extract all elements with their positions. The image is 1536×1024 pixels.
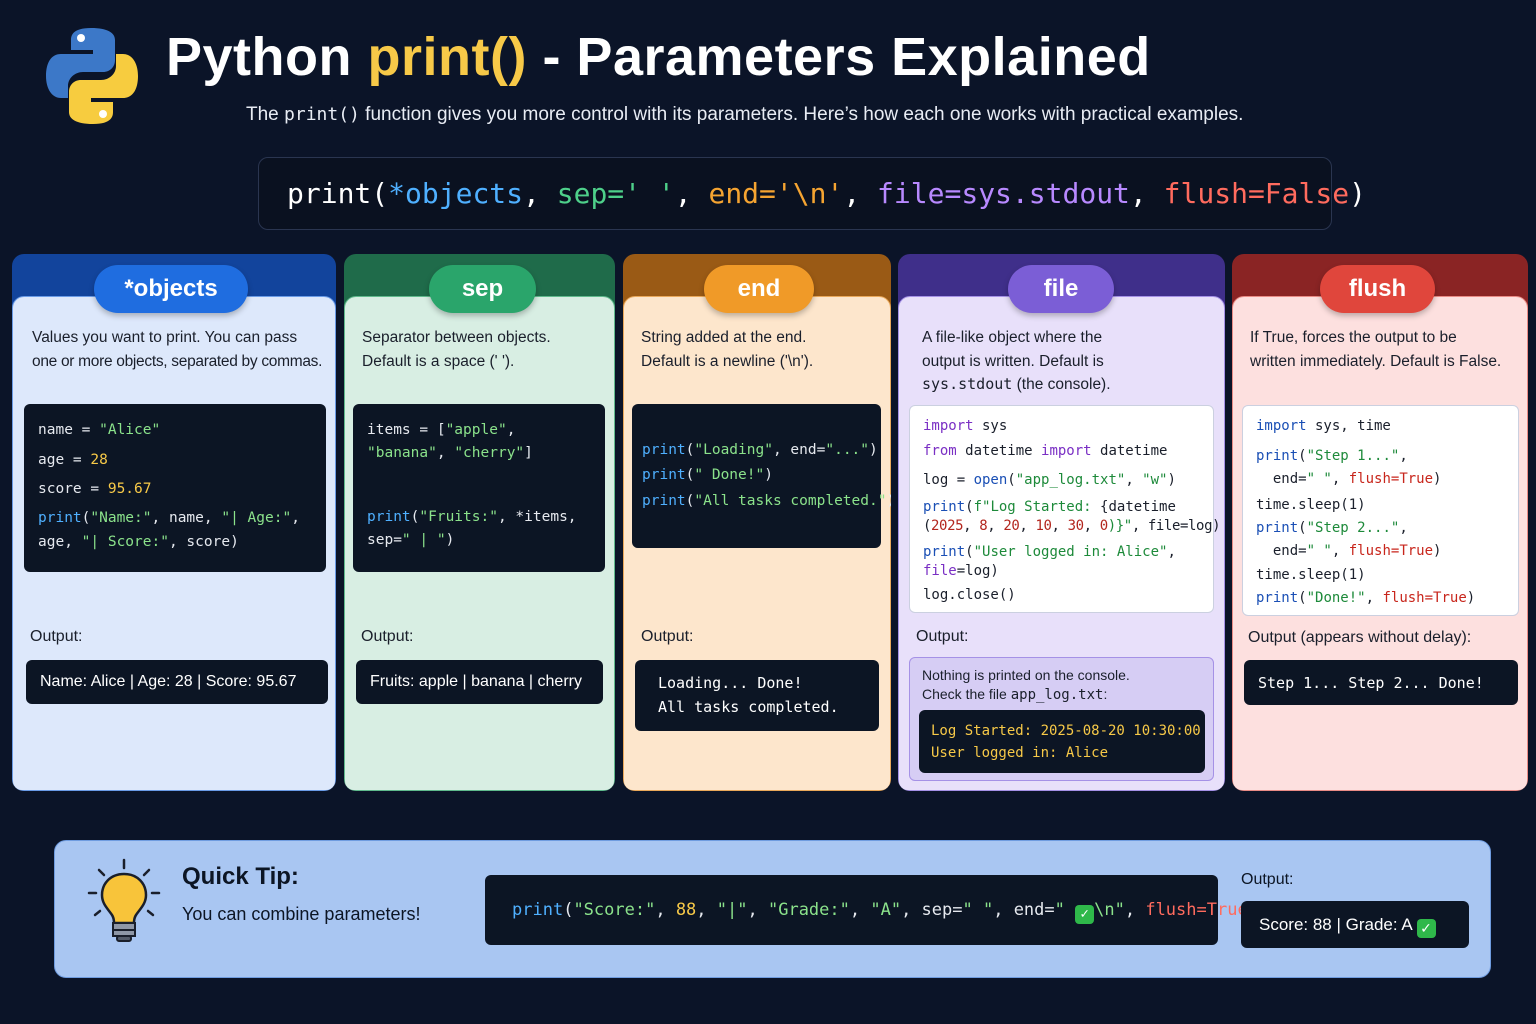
param-pill-flush: flush bbox=[1320, 265, 1435, 313]
file-code-block: import sys from datetime import datetime… bbox=[909, 405, 1221, 613]
sep-description: Separator between objects. Default is a … bbox=[362, 329, 551, 370]
checkmark-icon: ✓ bbox=[1416, 919, 1436, 938]
card-file: file A file-like object where the output… bbox=[898, 254, 1225, 791]
quick-tip-panel: Quick Tip: You can combine parameters! p… bbox=[54, 840, 1491, 978]
param-pill-end: end bbox=[704, 265, 814, 313]
end-code-block: print("Loading", end="...") print(" Done… bbox=[632, 404, 891, 548]
objects-code-block: name = "Alice" age = 28 score = 95.67 pr… bbox=[24, 404, 326, 572]
card-flush: flush If True, forces the output to be w… bbox=[1232, 254, 1528, 791]
file-note-line1: Nothing is printed on the console. bbox=[922, 667, 1130, 683]
param-pill-sep: sep bbox=[429, 265, 536, 313]
lightbulb-icon bbox=[87, 858, 161, 942]
file-output-panel: Nothing is printed on the console. Check… bbox=[909, 657, 1214, 781]
page-title: Python print() - Parameters Explained bbox=[166, 27, 1151, 87]
card-sep: sep Separator between objects. Default i… bbox=[344, 254, 615, 791]
flush-code-block: import sys, time print("Step 1...", end=… bbox=[1242, 405, 1519, 616]
param-pill-file: file bbox=[1008, 265, 1114, 313]
end-description: String added at the end. Default is a ne… bbox=[641, 329, 814, 370]
file-log-contents: Log Started: 2025-08-20 10:30:00 User lo… bbox=[919, 710, 1205, 773]
tip-title: Quick Tip: bbox=[182, 863, 299, 890]
card-objects: *objects Values you want to print. You c… bbox=[12, 254, 336, 791]
param-pill-objects: *objects bbox=[94, 265, 248, 313]
sep-output-label: Output: bbox=[361, 628, 414, 645]
objects-description: Values you want to print. You can pass o… bbox=[32, 329, 323, 370]
end-output: Loading... Done! All tasks completed. bbox=[635, 660, 879, 731]
objects-output: Name: Alice | Age: 28 | Score: 95.67 bbox=[26, 660, 328, 704]
file-description: A file-like object where the output is w… bbox=[922, 329, 1111, 393]
objects-output-label: Output: bbox=[30, 628, 83, 645]
page-subtitle: The print() function gives you more cont… bbox=[246, 104, 1244, 125]
file-output-label: Output: bbox=[916, 628, 969, 645]
flush-output: Step 1... Step 2... Done! bbox=[1244, 660, 1518, 705]
end-output-label: Output: bbox=[641, 628, 694, 645]
tip-text: You can combine parameters! bbox=[182, 904, 421, 924]
flush-description: If True, forces the output to be written… bbox=[1250, 329, 1502, 370]
tip-output-label: Output: bbox=[1241, 871, 1294, 888]
sep-output: Fruits: apple | banana | cherry bbox=[356, 660, 603, 704]
card-end: end String added at the end. Default is … bbox=[623, 254, 891, 791]
file-note-line2: Check the file app_log.txt: bbox=[922, 686, 1108, 703]
tip-code-block: print("Score:", 88, "|", "Grade:", "A", … bbox=[485, 875, 1258, 945]
python-logo-icon bbox=[46, 28, 138, 124]
flush-output-label: Output (appears without delay): bbox=[1248, 629, 1472, 646]
print-signature: print(*objects, sep=' ', end='\n', file=… bbox=[258, 157, 1366, 230]
sep-code-block: items = ["apple", "banana", "cherry"] pr… bbox=[353, 404, 605, 572]
tip-output: Score: 88 | Grade: A ✓ bbox=[1241, 901, 1469, 948]
checkmark-icon: ✓ bbox=[1075, 905, 1095, 924]
